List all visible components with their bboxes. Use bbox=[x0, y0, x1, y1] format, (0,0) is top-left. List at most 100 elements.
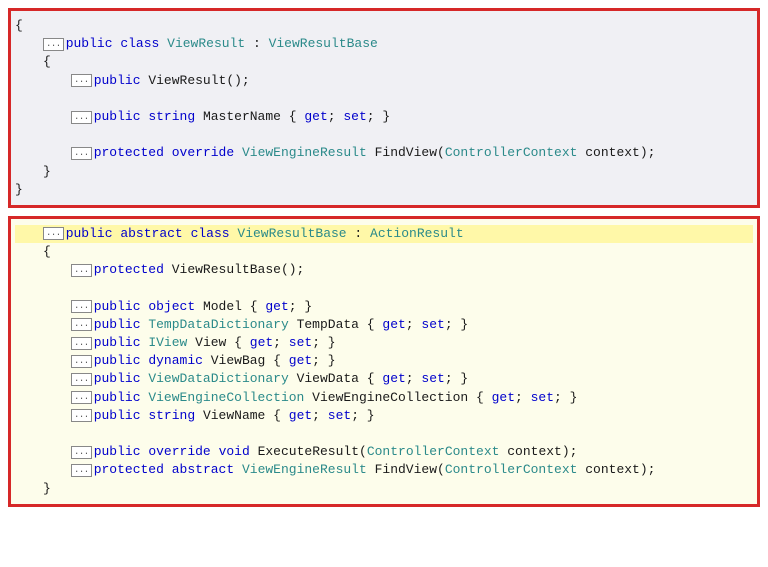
keyword: void bbox=[219, 443, 250, 461]
blank-line bbox=[15, 279, 753, 297]
keyword: protected bbox=[94, 144, 164, 162]
keyword: protected bbox=[94, 461, 164, 479]
collapse-icon[interactable]: ... bbox=[71, 337, 92, 350]
collapse-icon[interactable]: ... bbox=[71, 147, 92, 160]
text: TempData { bbox=[289, 316, 383, 334]
keyword: dynamic bbox=[148, 352, 203, 370]
text: ViewName { bbox=[195, 407, 289, 425]
collapse-icon[interactable]: ... bbox=[71, 464, 92, 477]
text: ; } bbox=[312, 352, 335, 370]
keyword: get bbox=[382, 370, 405, 388]
brace: } bbox=[43, 163, 51, 181]
code-line: ... public dynamic ViewBag { get ; } bbox=[15, 352, 753, 370]
brace: } bbox=[43, 480, 51, 498]
text: context); bbox=[577, 461, 655, 479]
text: ExecuteResult( bbox=[250, 443, 367, 461]
type-name: ViewEngineResult bbox=[242, 461, 367, 479]
text: ; } bbox=[289, 298, 312, 316]
code-line: { bbox=[15, 17, 753, 35]
code-line: ... public override void ExecuteResult( … bbox=[15, 443, 753, 461]
text: MasterName { bbox=[195, 108, 304, 126]
keyword: set bbox=[421, 370, 444, 388]
text: ; bbox=[406, 316, 422, 334]
text: : bbox=[347, 225, 370, 243]
blank-line bbox=[15, 425, 753, 443]
text: ; } bbox=[367, 108, 390, 126]
code-line: ... public class ViewResult : ViewResult… bbox=[15, 35, 753, 53]
collapse-icon[interactable]: ... bbox=[71, 373, 92, 386]
code-line: } bbox=[15, 163, 753, 181]
collapse-icon[interactable]: ... bbox=[71, 111, 92, 124]
brace: { bbox=[15, 17, 23, 35]
text: ; bbox=[273, 334, 289, 352]
keyword: abstract bbox=[172, 461, 234, 479]
collapse-icon[interactable]: ... bbox=[71, 318, 92, 331]
type-name: ActionResult bbox=[370, 225, 464, 243]
keyword: override bbox=[148, 443, 210, 461]
type-name: ControllerContext bbox=[367, 443, 500, 461]
type-name: ViewEngineCollection bbox=[148, 389, 304, 407]
keyword: public bbox=[94, 443, 141, 461]
text: View { bbox=[187, 334, 249, 352]
text: ; } bbox=[554, 389, 577, 407]
text: ; } bbox=[445, 370, 468, 388]
collapse-icon[interactable]: ... bbox=[71, 264, 92, 277]
keyword: public bbox=[66, 35, 113, 53]
type-name: ControllerContext bbox=[445, 144, 578, 162]
keyword: public bbox=[94, 108, 141, 126]
keyword: get bbox=[265, 298, 288, 316]
keyword: public bbox=[94, 407, 141, 425]
keyword: override bbox=[172, 144, 234, 162]
collapse-icon[interactable]: ... bbox=[71, 446, 92, 459]
collapse-icon[interactable]: ... bbox=[71, 391, 92, 404]
collapse-icon[interactable]: ... bbox=[71, 300, 92, 313]
keyword: public bbox=[94, 298, 141, 316]
text: Model { bbox=[195, 298, 265, 316]
code-line: ... public ViewResult(); bbox=[15, 72, 753, 90]
code-line: { bbox=[15, 243, 753, 261]
code-panel-viewresult: { ... public class ViewResult : ViewResu… bbox=[8, 8, 760, 208]
keyword: set bbox=[289, 334, 312, 352]
text: FindView( bbox=[367, 461, 445, 479]
text: FindView( bbox=[367, 144, 445, 162]
text: ; bbox=[406, 370, 422, 388]
code-line: ... protected abstract ViewEngineResult … bbox=[15, 461, 753, 479]
brace: { bbox=[43, 53, 51, 71]
collapse-icon[interactable]: ... bbox=[71, 74, 92, 87]
blank-line bbox=[15, 90, 753, 108]
brace: { bbox=[43, 243, 51, 261]
keyword: get bbox=[289, 407, 312, 425]
collapse-icon[interactable]: ... bbox=[43, 38, 64, 51]
keyword: object bbox=[148, 298, 195, 316]
keyword: get bbox=[382, 316, 405, 334]
text: ; bbox=[312, 407, 328, 425]
keyword: get bbox=[304, 108, 327, 126]
keyword: public bbox=[94, 389, 141, 407]
keyword: string bbox=[148, 108, 195, 126]
code-panel-viewresultbase: ... public abstract class ViewResultBase… bbox=[8, 216, 760, 507]
keyword: set bbox=[531, 389, 554, 407]
text: context); bbox=[499, 443, 577, 461]
type-name: TempDataDictionary bbox=[148, 316, 288, 334]
type-name: ViewDataDictionary bbox=[148, 370, 288, 388]
text: : bbox=[245, 35, 268, 53]
code-line: ... public abstract class ViewResultBase… bbox=[15, 225, 753, 243]
keyword: get bbox=[250, 334, 273, 352]
type-name: ViewResultBase bbox=[269, 35, 378, 53]
code-line: } bbox=[15, 181, 753, 199]
keyword: get bbox=[289, 352, 312, 370]
code-line: ... public string ViewName { get ; set ;… bbox=[15, 407, 753, 425]
keyword: abstract bbox=[120, 225, 182, 243]
code-line: ... public ViewDataDictionary ViewData {… bbox=[15, 370, 753, 388]
keyword: get bbox=[492, 389, 515, 407]
text: ; } bbox=[312, 334, 335, 352]
keyword: protected bbox=[94, 261, 164, 279]
collapse-icon[interactable]: ... bbox=[71, 409, 92, 422]
code-line: { bbox=[15, 53, 753, 71]
collapse-icon[interactable]: ... bbox=[71, 355, 92, 368]
type-name: ViewResultBase bbox=[237, 225, 346, 243]
keyword: class bbox=[120, 35, 159, 53]
collapse-icon[interactable]: ... bbox=[43, 227, 64, 240]
text: ViewResultBase(); bbox=[164, 261, 304, 279]
keyword: set bbox=[421, 316, 444, 334]
